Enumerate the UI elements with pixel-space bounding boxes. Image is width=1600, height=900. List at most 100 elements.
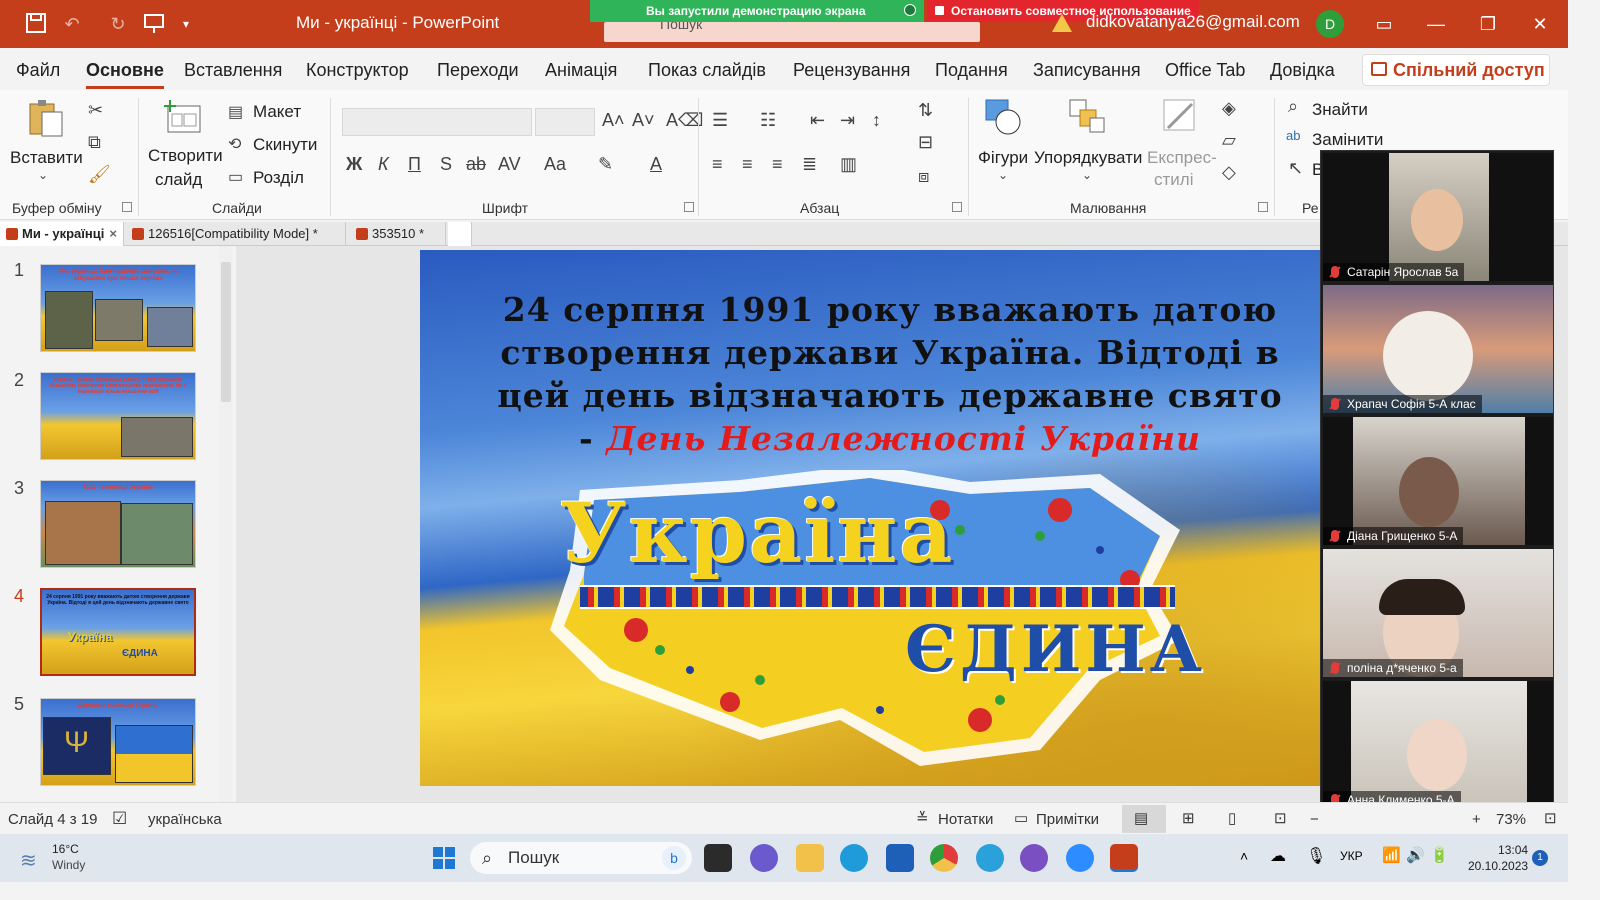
telegram-icon[interactable]	[976, 844, 1004, 872]
tab-insert[interactable]: Вставлення	[184, 60, 282, 81]
taskbar-clock[interactable]: 13:04 20.10.2023	[1468, 842, 1528, 874]
text-direction-icon[interactable]: ⇅	[918, 100, 933, 121]
numbering-icon[interactable]: ☷	[760, 110, 776, 131]
tab-slideshow[interactable]: Показ слайдів	[648, 60, 766, 81]
search-box[interactable]: Пошук	[604, 22, 980, 42]
slideshow-icon[interactable]: ⊡	[1274, 809, 1287, 827]
shapes-icon[interactable]	[984, 96, 1024, 136]
windows-start-icon[interactable]	[432, 846, 456, 870]
font-color-icon[interactable]: A	[650, 154, 662, 175]
highlight-icon[interactable]: ✎	[598, 154, 613, 175]
tab-home[interactable]: Основне	[86, 60, 164, 89]
tab-design[interactable]: Конструктор	[306, 60, 409, 81]
section-button[interactable]: Розділ	[253, 168, 304, 188]
justify-icon[interactable]: ≣	[802, 154, 817, 175]
doc-tab[interactable]: 353510 *	[350, 222, 446, 246]
paste-label[interactable]: Вставити	[10, 148, 83, 168]
notification-badge[interactable]: 1	[1532, 850, 1548, 866]
paste-icon[interactable]	[26, 98, 66, 138]
tab-review[interactable]: Рецензування	[793, 60, 910, 81]
fit-to-window-icon[interactable]: ⊡	[1544, 809, 1557, 827]
paragraph-launcher-icon[interactable]	[952, 202, 962, 212]
participant-tile[interactable]: Храпач Софія 5-А клас	[1323, 285, 1553, 413]
align-center-icon[interactable]: ≡	[742, 154, 753, 175]
paste-dropdown-icon[interactable]: ⌄	[38, 168, 48, 182]
volume-icon[interactable]: 🔊	[1406, 846, 1425, 864]
shapes-label[interactable]: Фігури	[978, 148, 1028, 168]
notes-button[interactable]: Нотатки	[938, 811, 993, 828]
language-indicator[interactable]: українська	[148, 811, 222, 828]
find-button[interactable]: Знайти	[1312, 100, 1368, 120]
drawing-launcher-icon[interactable]	[1258, 202, 1268, 212]
spellcheck-icon[interactable]: ☑	[112, 809, 127, 829]
tab-transitions[interactable]: Переходи	[437, 60, 519, 81]
microphone-icon[interactable]: 🎙	[1306, 846, 1326, 866]
char-spacing-button[interactable]: AV	[498, 154, 521, 175]
store-icon[interactable]	[886, 844, 914, 872]
viber-icon[interactable]	[1020, 844, 1048, 872]
doc-tab[interactable]: Ми - українці ×	[0, 222, 124, 246]
edge-icon[interactable]	[840, 844, 868, 872]
new-slide-label-2[interactable]: слайд	[155, 170, 202, 190]
bold-button[interactable]: Ж	[346, 154, 362, 175]
replace-button[interactable]: Замінити	[1312, 130, 1383, 150]
tab-view[interactable]: Подання	[935, 60, 1008, 81]
find-icon[interactable]: ⌕	[1288, 96, 1298, 117]
font-size-select[interactable]	[535, 108, 595, 136]
cut-icon[interactable]: ✂	[88, 100, 103, 121]
new-slide-icon[interactable]	[164, 98, 204, 138]
onedrive-icon[interactable]: ☁	[1270, 846, 1286, 866]
increase-indent-icon[interactable]: ⇥	[840, 110, 855, 131]
participant-tile[interactable]: Діана Грищенко 5-А	[1323, 417, 1553, 545]
minimize-button[interactable]: —	[1416, 8, 1456, 40]
copy-icon[interactable]: ⧉	[88, 132, 101, 153]
participant-tile[interactable]: Анна Клименко 5-А	[1323, 681, 1553, 809]
align-right-icon[interactable]: ≡	[772, 154, 783, 175]
weather-icon[interactable]: ≋	[20, 848, 37, 873]
warning-icon[interactable]	[1052, 14, 1072, 32]
participant-tile[interactable]: поліна д*яченко 5-а	[1323, 549, 1553, 677]
reset-button[interactable]: Скинути	[253, 135, 317, 155]
zoom-out-icon[interactable]: −	[1310, 811, 1319, 828]
close-button[interactable]: ✕	[1520, 8, 1560, 40]
quick-styles-label[interactable]: Експрес-	[1147, 148, 1217, 168]
select-icon[interactable]: ↖	[1288, 158, 1303, 179]
thumbnails-scrollbar[interactable]	[219, 246, 233, 802]
italic-button[interactable]: К	[378, 154, 389, 175]
slide-thumbnail[interactable]: Державні символи України Ψ	[40, 698, 196, 786]
tab-animations[interactable]: Анімація	[545, 60, 617, 81]
shapes-dropdown-icon[interactable]: ⌄	[998, 168, 1008, 182]
arrange-dropdown-icon[interactable]: ⌄	[1082, 168, 1092, 182]
wifi-icon[interactable]: 📶	[1382, 846, 1401, 864]
tab-recording[interactable]: Записування	[1033, 60, 1141, 81]
undo-icon[interactable]: ↶	[60, 12, 84, 36]
layout-button[interactable]: Макет	[253, 102, 301, 122]
save-icon[interactable]	[24, 12, 48, 36]
tab-help[interactable]: Довідка	[1270, 60, 1335, 81]
customize-toolbar-icon[interactable]: ▾	[174, 12, 198, 36]
align-text-icon[interactable]: ⊟	[918, 132, 933, 153]
arrange-icon[interactable]	[1066, 96, 1106, 136]
shape-effects-icon[interactable]: ◇	[1222, 162, 1236, 183]
file-explorer-icon[interactable]	[796, 844, 824, 872]
clipboard-launcher-icon[interactable]	[122, 202, 132, 212]
section-icon[interactable]: ▭	[228, 167, 243, 187]
comments-button[interactable]: Примітки	[1036, 811, 1099, 828]
slide-body-text[interactable]: 24 серпня 1991 року вважають датою створ…	[440, 288, 1320, 460]
weather-temp[interactable]: 16°C	[52, 842, 79, 856]
keyboard-language[interactable]: УКР	[1340, 849, 1363, 863]
restore-button[interactable]: ❐	[1468, 8, 1508, 40]
taskbar-search[interactable]: ⌕ Пошук b	[470, 842, 692, 874]
increase-font-icon[interactable]: A˄	[602, 110, 625, 131]
smartart-icon[interactable]: ⧈	[918, 166, 929, 187]
bullets-icon[interactable]: ☰	[712, 110, 728, 131]
font-launcher-icon[interactable]	[684, 202, 694, 212]
powerpoint-taskbar-icon[interactable]	[1110, 844, 1138, 872]
redo-icon[interactable]: ↻	[106, 12, 130, 36]
zoom-in-icon[interactable]: +	[1472, 811, 1481, 828]
arrange-label[interactable]: Упорядкувати	[1034, 148, 1142, 168]
current-slide[interactable]: 24 серпня 1991 року вважають датою створ…	[420, 250, 1320, 786]
reset-icon[interactable]: ⟲	[228, 134, 241, 154]
shape-fill-icon[interactable]: ◈	[1222, 98, 1236, 119]
slide-sorter-icon[interactable]: ⊞	[1182, 809, 1195, 827]
